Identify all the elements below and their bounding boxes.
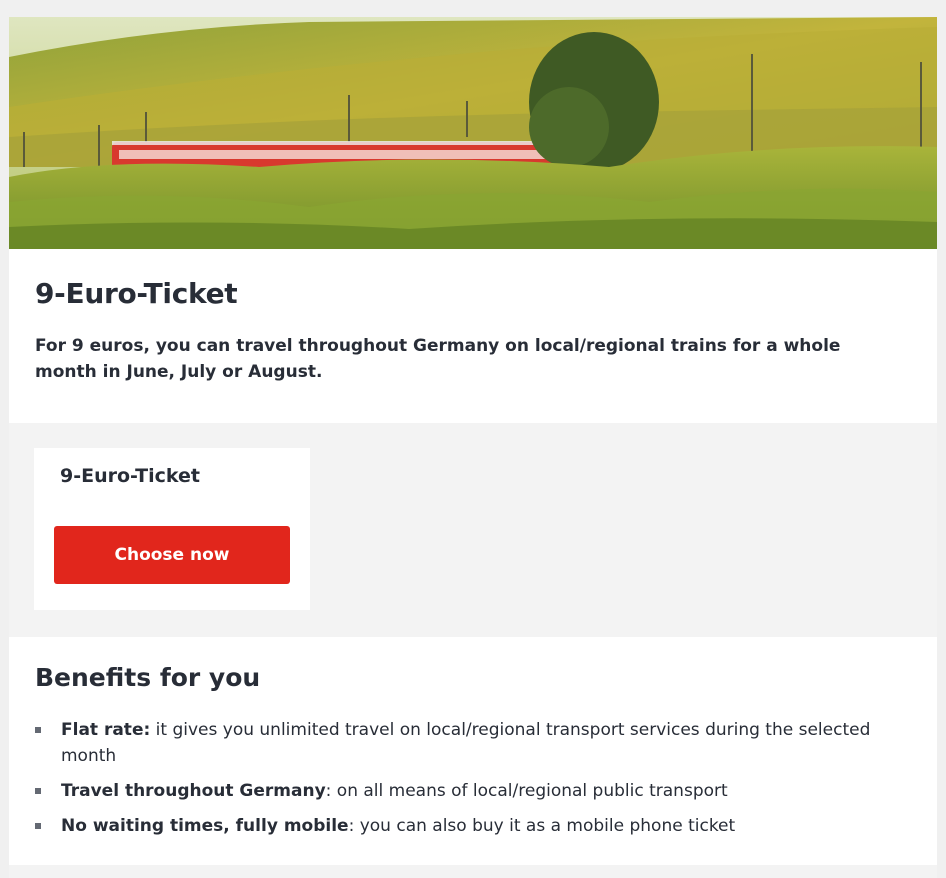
square-bullet-icon (35, 823, 41, 829)
hero-image (9, 17, 937, 249)
list-item: Flat rate: it gives you unlimited travel… (35, 717, 895, 769)
choose-now-button[interactable]: Choose now (54, 526, 290, 584)
intro-description: For 9 euros, you can travel throughout G… (35, 336, 841, 382)
benefit-text: : on all means of local/regional public … (325, 781, 728, 801)
benefit-strong: Flat rate: (61, 720, 151, 740)
train-vineyard-photo (9, 17, 937, 249)
benefits-heading: Benefits for you (35, 663, 261, 692)
benefit-text: : you can also buy it as a mobile phone … (348, 816, 736, 836)
square-bullet-icon (35, 788, 41, 794)
benefit-strong: No waiting times, fully mobile (61, 816, 349, 836)
list-item: Travel throughout Germany: on all means … (35, 778, 895, 804)
offer-card-title: 9-Euro-Ticket (60, 465, 200, 487)
offer-card: 9-Euro-Ticket Choose now (34, 448, 310, 610)
page-title: 9-Euro-Ticket (35, 277, 238, 310)
benefits-list: Flat rate: it gives you unlimited travel… (35, 717, 895, 848)
intro-section: 9-Euro-Ticket For 9 euros, you can trave… (9, 249, 937, 423)
list-item: No waiting times, fully mobile: you can … (35, 813, 895, 839)
page-container: 9-Euro-Ticket For 9 euros, you can trave… (9, 17, 937, 878)
offer-section: 9-Euro-Ticket Choose now (9, 423, 937, 637)
benefit-text: it gives you unlimited travel on local/r… (61, 720, 871, 766)
bottom-divider (9, 865, 937, 878)
benefit-strong: Travel throughout Germany (61, 781, 326, 801)
benefits-section: Benefits for you Flat rate: it gives you… (9, 637, 937, 865)
square-bullet-icon (35, 727, 41, 733)
